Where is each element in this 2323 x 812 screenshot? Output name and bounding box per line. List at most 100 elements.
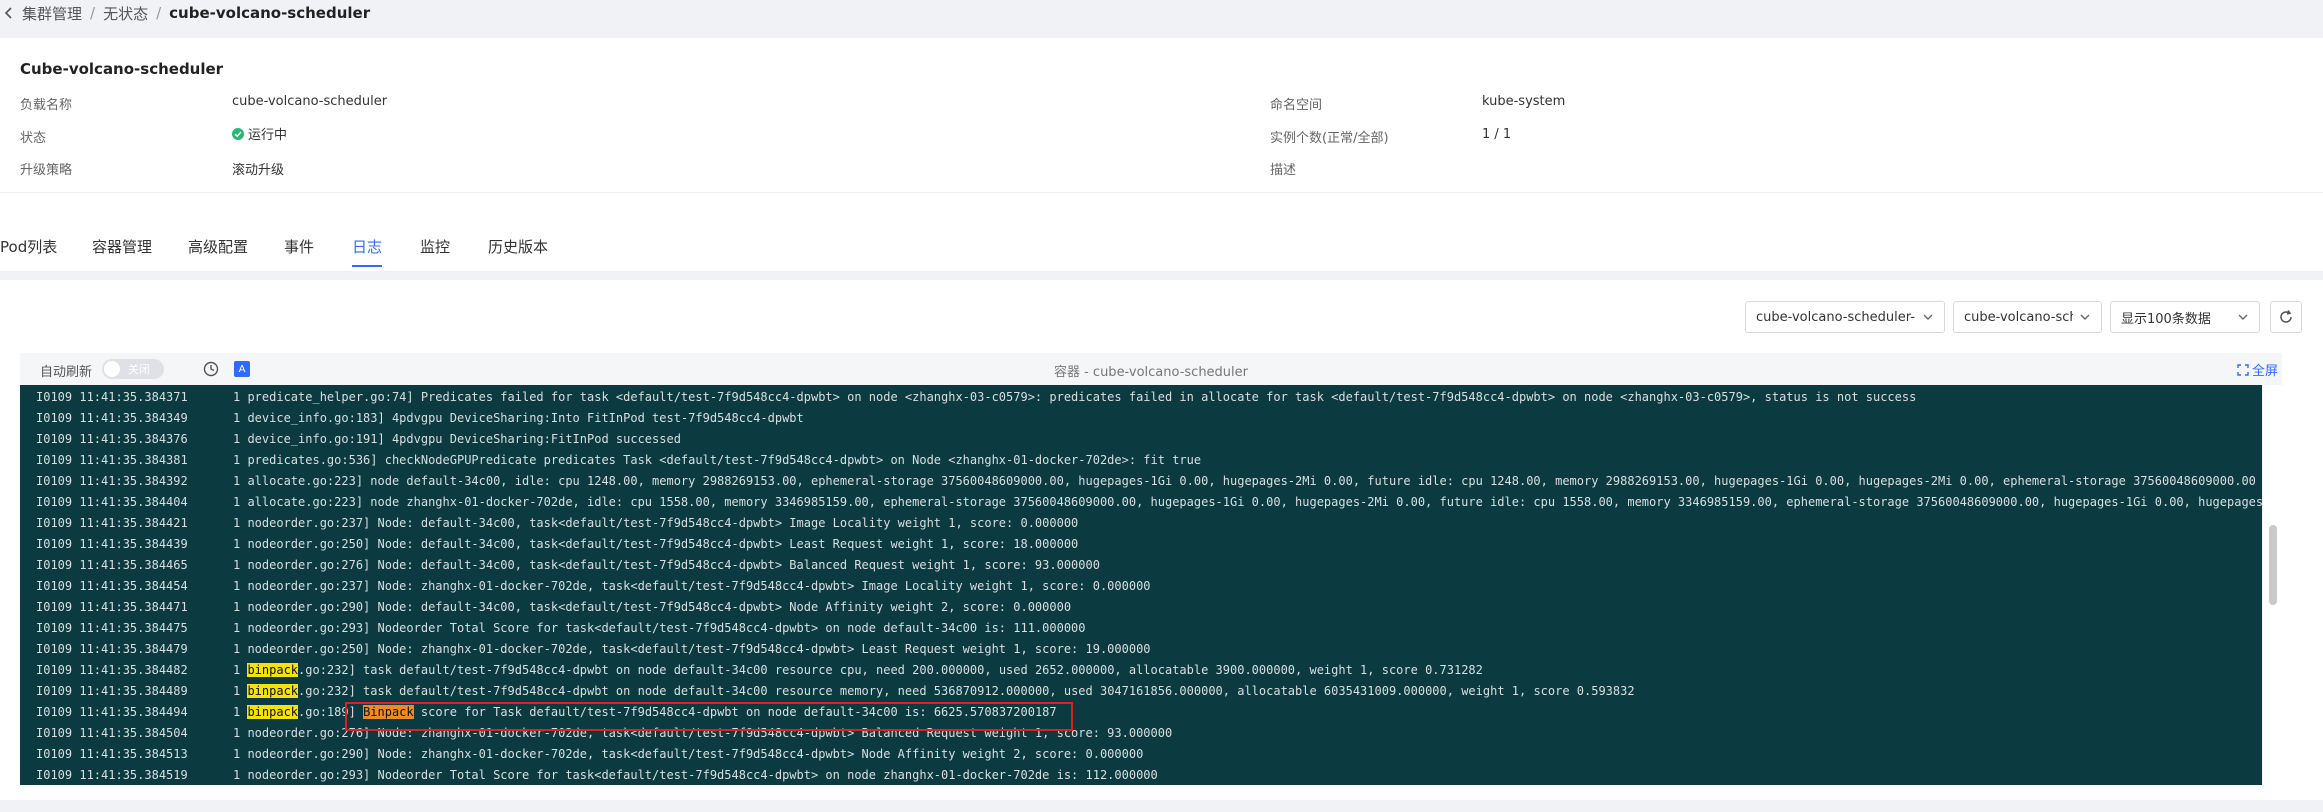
log-timestamp: I0109 11:41:35.384421 xyxy=(36,516,188,530)
instance-count-label: 实例个数(正常/全部) xyxy=(1270,131,1389,146)
tab-pod-list[interactable]: Pod列表 xyxy=(0,236,57,265)
log-message: 1 binpack.go:189] Binpack score for Task… xyxy=(233,702,1057,723)
log-timestamp: I0109 11:41:35.384371 xyxy=(36,390,188,404)
breadcrumb-cluster-link[interactable]: 集群管理 xyxy=(22,3,82,24)
log-message: 1 binpack.go:232] task default/test-7f9d… xyxy=(233,660,1483,681)
log-message: 1 nodeorder.go:276] Node: zhanghx-01-doc… xyxy=(233,726,1173,740)
log-timestamp: I0109 11:41:35.384439 xyxy=(36,537,188,551)
log-timestamp: I0109 11:41:35.384494 xyxy=(36,705,188,719)
log-timestamp: I0109 11:41:35.384404 xyxy=(36,495,188,509)
workload-name-label: 负载名称 xyxy=(20,98,73,113)
log-header: 自动刷新 关闭 A 容器 - cube-volcano-scheduler 全屏 xyxy=(20,353,2282,385)
log-message: 1 nodeorder.go:276] Node: default-34c00,… xyxy=(233,558,1100,572)
log-timestamp: I0109 11:41:35.384475 xyxy=(36,621,188,635)
check-circle-icon xyxy=(232,127,244,140)
container-select-value: cube-volcano-sch... xyxy=(1964,309,2073,325)
status-value: 运行中 xyxy=(232,124,287,143)
namespace-label: 命名空间 xyxy=(1270,98,1323,113)
chevron-left-icon[interactable] xyxy=(4,6,14,20)
namespace-text: kube-system xyxy=(1482,94,1566,109)
log-message: 1 nodeorder.go:290] Node: default-34c00,… xyxy=(233,600,1072,614)
tab-history-versions[interactable]: 历史版本 xyxy=(488,236,548,265)
log-timestamp: I0109 11:41:35.384349 xyxy=(36,411,188,425)
lines-select[interactable]: 显示100条数据 xyxy=(2110,301,2260,333)
log-message: 1 nodeorder.go:250] Node: zhanghx-01-doc… xyxy=(233,642,1151,656)
pod-select[interactable]: cube-volcano-scheduler-57... xyxy=(1745,301,1945,333)
log-message: 1 nodeorder.go:290] Node: zhanghx-01-doc… xyxy=(233,747,1144,761)
workload-name-text: cube-volcano-scheduler xyxy=(232,94,388,109)
workload-name-value: cube-volcano-scheduler xyxy=(232,94,387,109)
log-timestamp: I0109 11:41:35.384482 xyxy=(36,663,188,677)
log-message: 1 allocate.go:223] node default-34c00, i… xyxy=(233,474,2256,488)
log-timestamp: I0109 11:41:35.384513 xyxy=(36,747,188,761)
workload-title: Cube-volcano-scheduler xyxy=(20,60,224,78)
log-panel: cube-volcano-scheduler-57... cube-volcan… xyxy=(0,280,2323,800)
log-scrollbar[interactable] xyxy=(2262,385,2283,785)
log-timestamp: I0109 11:41:35.384471 xyxy=(36,600,188,614)
log-timestamp: I0109 11:41:35.384479 xyxy=(36,642,188,656)
log-message: 1 nodeorder.go:237] Node: default-34c00,… xyxy=(233,516,1079,530)
log-message: 1 nodeorder.go:237] Node: zhanghx-01-doc… xyxy=(233,579,1151,593)
log-message: 1 nodeorder.go:293] Nodeorder Total Scor… xyxy=(233,768,1158,782)
chevron-down-icon xyxy=(2238,314,2248,320)
description-label: 描述 xyxy=(1270,163,1297,178)
chevron-down-icon xyxy=(1923,314,1933,320)
breadcrumb-stateless-link[interactable]: 无状态 xyxy=(103,3,148,24)
upgrade-strategy-label: 升级策略 xyxy=(20,163,73,178)
tab-container-management[interactable]: 容器管理 xyxy=(92,236,152,265)
search-highlight: binpack xyxy=(247,705,299,719)
status-text: 运行中 xyxy=(248,128,288,143)
refresh-button[interactable] xyxy=(2270,301,2302,333)
log-timestamp: I0109 11:41:35.384465 xyxy=(36,558,188,572)
log-message-part: 1 xyxy=(233,705,248,719)
log-message: 1 binpack.go:232] task default/test-7f9d… xyxy=(233,681,1635,702)
log-output[interactable]: I0109 11:41:35.384371 1 predicate_helper.… xyxy=(20,385,2282,785)
log-message-part: .go:189] xyxy=(298,705,364,719)
breadcrumb: 集群管理 / 无状态 / cube-volcano-scheduler xyxy=(0,0,2323,26)
log-timestamp: I0109 11:41:35.384519 xyxy=(36,768,188,782)
log-message-part: score for Task default/test-7f9d548cc4-d… xyxy=(413,705,1057,719)
namespace-value: kube-system xyxy=(1482,94,1565,109)
pod-select-value: cube-volcano-scheduler-57... xyxy=(1756,309,1916,325)
log-scrollbar-thumb[interactable] xyxy=(2269,525,2277,605)
tab-advanced-config[interactable]: 高级配置 xyxy=(188,236,248,265)
lines-select-value: 显示100条数据 xyxy=(2121,311,2211,327)
log-message-part: .go:232] task default/test-7f9d548cc4-dp… xyxy=(298,663,1483,677)
instance-count-value: 1 / 1 xyxy=(1482,127,1511,142)
search-highlight: Binpack xyxy=(363,705,414,719)
tab-monitoring[interactable]: 监控 xyxy=(420,236,450,265)
search-highlight: binpack xyxy=(247,663,299,677)
log-message: 1 nodeorder.go:250] Node: default-34c00,… xyxy=(233,537,1079,551)
chevron-down-icon xyxy=(2080,314,2090,320)
log-timestamp: I0109 11:41:35.384376 xyxy=(36,432,188,446)
log-message: 1 allocate.go:223] node zhanghx-01-docke… xyxy=(233,495,2282,509)
log-message-part: 1 xyxy=(233,684,248,698)
refresh-icon xyxy=(2280,310,2292,323)
log-message-part: .go:232] task default/test-7f9d548cc4-dp… xyxy=(298,684,1635,698)
container-select[interactable]: cube-volcano-sch... xyxy=(1953,301,2102,333)
container-title: 容器 - cube-volcano-scheduler xyxy=(1053,365,1249,380)
log-message: 1 device_info.go:191] 4pdvgpu DeviceShar… xyxy=(233,432,681,446)
tabs-bar: Pod列表 容器管理 高级配置 事件 日志 监控 历史版本 xyxy=(0,192,2323,271)
tab-logs[interactable]: 日志 xyxy=(352,236,383,267)
fullscreen-button[interactable]: 全屏 xyxy=(2237,360,2278,379)
log-message: 1 nodeorder.go:293] Nodeorder Total Scor… xyxy=(233,621,1086,635)
log-timestamp: I0109 11:41:35.384392 xyxy=(36,474,188,488)
log-timestamp: I0109 11:41:35.384504 xyxy=(36,726,188,740)
log-message: 1 predicate_helper.go:74] Predicates fai… xyxy=(233,390,1917,404)
breadcrumb-current: cube-volcano-scheduler xyxy=(169,4,371,22)
log-message-part: 1 xyxy=(233,663,248,677)
log-timestamp: I0109 11:41:35.384381 xyxy=(36,453,188,467)
status-label: 状态 xyxy=(20,131,47,146)
upgrade-strategy-text: 滚动升级 xyxy=(232,163,285,178)
log-message: 1 predicates.go:536] checkNodeGPUPredica… xyxy=(233,453,1202,467)
instance-count-text: 1 / 1 xyxy=(1482,127,1512,142)
search-highlight: binpack xyxy=(247,684,299,698)
tab-events[interactable]: 事件 xyxy=(284,236,314,265)
breadcrumb-separator: / xyxy=(156,4,162,22)
log-message: 1 device_info.go:183] 4pdvgpu DeviceShar… xyxy=(233,411,804,425)
upgrade-strategy-value: 滚动升级 xyxy=(232,159,284,178)
fullscreen-icon xyxy=(2237,363,2249,376)
log-timestamp: I0109 11:41:35.384489 xyxy=(36,684,188,698)
breadcrumb-separator: / xyxy=(90,4,96,22)
